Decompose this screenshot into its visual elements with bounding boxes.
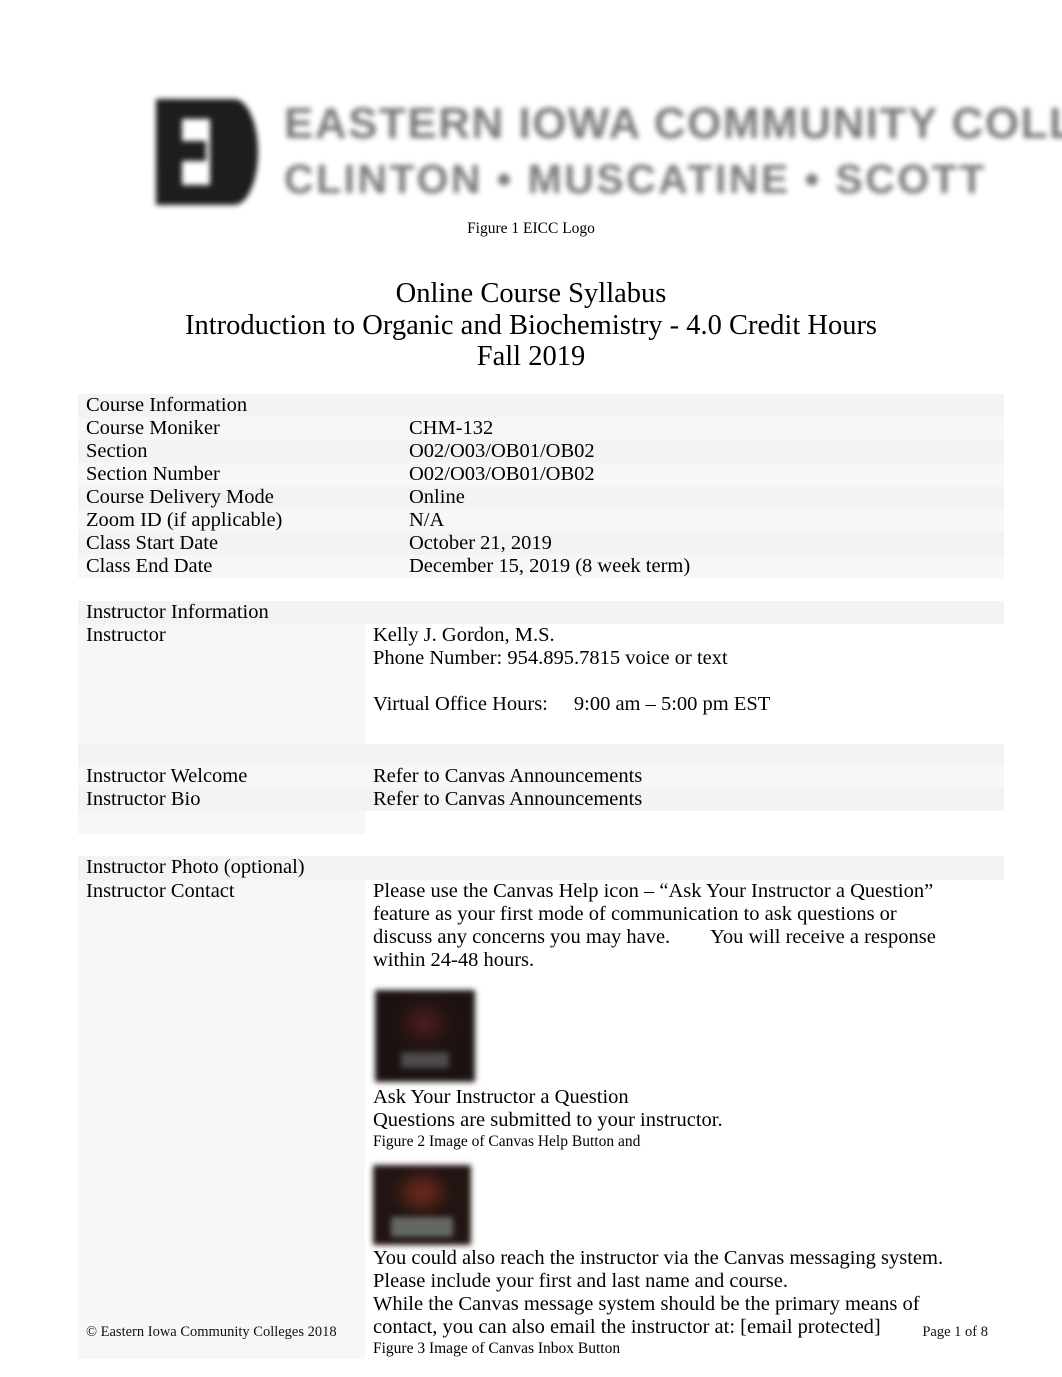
table-row: Class Start Date October 21, 2019 (78, 532, 1004, 555)
instructor-name: Kelly J. Gordon, M.S. (373, 624, 555, 646)
row-label: Course Delivery Mode (78, 486, 401, 509)
row-label: Instructor Bio (78, 788, 365, 811)
table-row: Instructor Photo (optional) (78, 856, 1004, 880)
row-value: O02/O03/OB01/OB02 (401, 463, 1004, 486)
row-label: Instructor Welcome (78, 765, 365, 788)
figure-3-caption: Figure 3 Image of Canvas Inbox Button (373, 1340, 621, 1358)
figure-2-caption: Figure 2 Image of Canvas Help Button and (373, 1133, 641, 1150)
eicc-logo-mark-icon (150, 93, 262, 211)
office-hours: Virtual Office Hours: 9:00 am – 5:00 pm E… (373, 693, 1004, 716)
instructor-table-heading-value (365, 601, 1004, 624)
table-row: Section Number O02/O03/OB01/OB02 (78, 463, 1004, 486)
page-title: Online Course Syllabus Introduction to O… (0, 278, 1062, 373)
row-value: CHM-132 (401, 417, 1004, 440)
spacer-cell-left (78, 834, 365, 856)
canvas-message-line-3: While the Canvas message system should b… (373, 1293, 920, 1316)
canvas-message-line-1: You could also reach the instructor via … (373, 1247, 944, 1270)
logo-line-2: CLINTON • MUSCATINE • SCOTT (284, 155, 987, 202)
table-row: Instructor Contact Please use the Canvas… (78, 880, 1004, 1359)
row-label: Instructor Contact (78, 880, 365, 1359)
ask-instructor-title: Ask Your Instructor a Question (373, 1086, 629, 1108)
instructor-table-heading: Instructor Information (78, 601, 365, 624)
office-hours-value: 9:00 am – 5:00 pm EST (573, 693, 771, 715)
eicc-logo-wordmark: EASTERN IOWA COMMUNITY COLLEGES CLINTON … (284, 101, 1062, 202)
title-line-1: Online Course Syllabus (395, 278, 667, 309)
row-value: October 21, 2019 (401, 532, 1004, 555)
instructor-information-table: Instructor Information Instructor Kelly … (78, 601, 1004, 1359)
table-row: Course Moniker CHM-132 (78, 417, 1004, 440)
instructor-contact-content: Please use the Canvas Help icon – “Ask Y… (365, 880, 1004, 1359)
office-hours-label: Virtual Office Hours: (373, 693, 548, 715)
row-value: December 15, 2019 (8 week term) (401, 555, 1004, 578)
row-label: Class Start Date (78, 532, 401, 555)
footer-page-number: Page 1 of 8 (922, 1324, 988, 1340)
row-label: Course Moniker (78, 417, 401, 440)
table-row: Instructor Kelly J. Gordon, M.S. Phone N… (78, 624, 1004, 744)
table-row: Instructor Bio Refer to Canvas Announcem… (78, 788, 1004, 811)
contact-paragraph: Please use the Canvas Help icon – “Ask Y… (373, 880, 948, 972)
title-line-2: Introduction to Organic and Biochemistry… (184, 309, 878, 341)
row-value: O02/O03/OB01/OB02 (401, 440, 1004, 463)
footer-copyright: © Eastern Iowa Community Colleges 2018 (86, 1324, 337, 1340)
ask-instructor-subtitle: Questions are submitted to your instruct… (373, 1109, 723, 1131)
blank-cell-right (365, 811, 1004, 834)
course-table-heading: Course Information (78, 394, 401, 417)
page-footer: © Eastern Iowa Community Colleges 2018 P… (86, 1324, 988, 1341)
eicc-logo: EASTERN IOWA COMMUNITY COLLEGES CLINTON … (150, 88, 1062, 216)
title-line-3: Fall 2019 (476, 341, 586, 372)
row-value: Online (401, 486, 1004, 509)
spacer-cell-right (365, 744, 1004, 765)
logo-line-1: EASTERN IOWA COMMUNITY COLLEGES (284, 99, 1062, 149)
spacer-cell-left (78, 744, 365, 765)
course-information-table: Course Information Course Moniker CHM-13… (78, 394, 1004, 578)
row-value: Refer to Canvas Announcements (365, 765, 1004, 788)
row-label: Class End Date (78, 555, 401, 578)
row-label: Zoom ID (if applicable) (78, 509, 401, 532)
table-row: Section O02/O03/OB01/OB02 (78, 440, 1004, 463)
figure-1-caption: Figure 1 EICC Logo (467, 220, 595, 237)
canvas-help-button-image (375, 990, 475, 1082)
instructor-details: Kelly J. Gordon, M.S. Phone Number: 954.… (365, 624, 1004, 744)
course-table-heading-value (401, 394, 1004, 417)
row-label: Section Number (78, 463, 401, 486)
table-row: Course Information (78, 394, 1004, 417)
row-label: Section (78, 440, 401, 463)
blank-cell-left (78, 811, 365, 834)
row-value: N/A (401, 509, 1004, 532)
spacer-cell-right (365, 834, 1004, 856)
canvas-inbox-button-image (373, 1165, 471, 1246)
table-row: Zoom ID (if applicable) N/A (78, 509, 1004, 532)
table-row (78, 744, 1004, 765)
canvas-message-line-2: Please include your first and last name … (373, 1270, 788, 1293)
row-value (365, 856, 1004, 880)
instructor-phone: Phone Number: 954.895.7815 voice or text (373, 647, 728, 669)
table-row (78, 811, 1004, 834)
row-label: Instructor Photo (optional) (78, 856, 365, 880)
row-value: Refer to Canvas Announcements (365, 788, 1004, 811)
table-row: Instructor Information (78, 601, 1004, 624)
table-row (78, 834, 1004, 856)
table-row: Course Delivery Mode Online (78, 486, 1004, 509)
table-row: Instructor Welcome Refer to Canvas Annou… (78, 765, 1004, 788)
row-label: Instructor (78, 624, 365, 744)
table-row: Class End Date December 15, 2019 (8 week… (78, 555, 1004, 578)
document-page: EASTERN IOWA COMMUNITY COLLEGES CLINTON … (0, 0, 1062, 1377)
